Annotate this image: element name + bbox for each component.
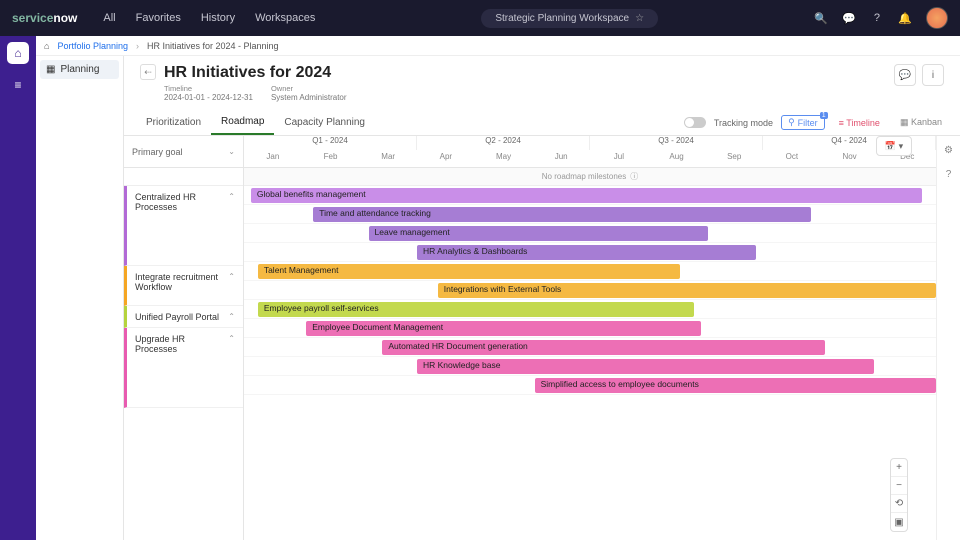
month-header: May xyxy=(475,150,533,168)
owner-label: Owner xyxy=(271,84,347,93)
logo[interactable]: servicenow xyxy=(12,11,77,25)
chevron-up-icon[interactable]: ⌃ xyxy=(228,272,235,281)
zoom-out-button[interactable]: − xyxy=(891,477,907,495)
primary-goal-header: Primary goal xyxy=(132,147,183,157)
zoom-fit-button[interactable]: ▣ xyxy=(891,513,907,531)
gear-icon[interactable]: ⚙ xyxy=(941,142,957,158)
goal-centralized-hr[interactable]: Centralized HR Processes ⌃ xyxy=(124,186,243,266)
month-header: Jun xyxy=(532,150,590,168)
global-topbar: servicenow All Favorites History Workspa… xyxy=(0,0,960,36)
search-icon[interactable]: 🔍 xyxy=(814,11,828,25)
info-icon[interactable]: ⓘ xyxy=(630,171,638,182)
month-header: Sep xyxy=(705,150,763,168)
tab-capacity[interactable]: Capacity Planning xyxy=(274,111,375,134)
back-button[interactable]: ⇠ xyxy=(140,64,156,80)
tab-roadmap[interactable]: Roadmap xyxy=(211,110,274,135)
rail-portfolio-icon[interactable]: ⌂ xyxy=(7,42,29,64)
goal-label: Unified Payroll Portal xyxy=(135,312,219,322)
goal-unified-payroll[interactable]: Unified Payroll Portal ⌃ xyxy=(124,306,243,328)
nav-history[interactable]: History xyxy=(191,12,245,24)
roadmap-bar[interactable]: Global benefits management xyxy=(251,188,922,203)
chat-icon[interactable]: 💬 xyxy=(842,11,856,25)
tracking-label: Tracking mode xyxy=(714,118,773,128)
avatar[interactable] xyxy=(926,7,948,29)
left-rail: ⌂ ≡ xyxy=(0,36,36,540)
workspace-label: Strategic Planning Workspace xyxy=(495,13,629,24)
info-button[interactable]: i xyxy=(922,64,944,86)
rail-menu-icon[interactable]: ≡ xyxy=(7,74,29,96)
roadmap-bar[interactable]: Leave management xyxy=(369,226,708,241)
month-header: Mar xyxy=(359,150,417,168)
chevron-down-icon[interactable]: ⌄ xyxy=(228,147,235,156)
roadmap-bar[interactable]: Integrations with External Tools xyxy=(438,283,936,298)
nav-workspaces[interactable]: Workspaces xyxy=(245,12,325,24)
goal-integrate-recruitment[interactable]: Integrate recruitment Workflow ⌃ xyxy=(124,266,243,306)
month-header: Oct xyxy=(763,150,821,168)
chevron-up-icon[interactable]: ⌃ xyxy=(228,192,235,201)
roadmap-bar[interactable]: Employee Document Management xyxy=(306,321,700,336)
month-header: Jan xyxy=(244,150,302,168)
right-rail: ⚙ ? xyxy=(936,136,960,540)
comment-button[interactable]: 💬 xyxy=(894,64,916,86)
goal-label: Centralized HR Processes xyxy=(135,192,228,212)
tracking-toggle[interactable] xyxy=(684,117,706,128)
chevron-right-icon: › xyxy=(136,41,139,51)
filter-button[interactable]: ⚲ Filter 1 xyxy=(781,115,825,130)
breadcrumb-current: HR Initiatives for 2024 - Planning xyxy=(147,41,279,51)
zoom-controls: + − ⟲ ▣ xyxy=(890,458,908,532)
tab-prioritization[interactable]: Prioritization xyxy=(136,111,211,134)
month-header: Nov xyxy=(821,150,879,168)
month-header: Feb xyxy=(302,150,360,168)
zoom-reset-button[interactable]: ⟲ xyxy=(891,495,907,513)
chevron-up-icon[interactable]: ⌃ xyxy=(228,334,235,343)
quarter-header: Q3 - 2024 xyxy=(590,136,763,150)
owner-value: System Administrator xyxy=(271,93,347,102)
timeline-label: Timeline xyxy=(164,84,253,93)
page-title: HR Initiatives for 2024 xyxy=(164,64,347,82)
roadmap-bar[interactable]: HR Analytics & Dashboards xyxy=(417,245,756,260)
workspace-selector[interactable]: Strategic Planning Workspace ☆ xyxy=(481,9,658,28)
view-kanban-button[interactable]: ▦ Kanban xyxy=(894,116,948,129)
timeline-value: 2024-01-01 - 2024-12-31 xyxy=(164,93,253,102)
roadmap-bar[interactable]: Simplified access to employee documents xyxy=(535,378,936,393)
goal-label: Integrate recruitment Workflow xyxy=(135,272,228,292)
quarter-header: Q1 - 2024 xyxy=(244,136,417,150)
goal-label: Upgrade HR Processes xyxy=(135,334,228,354)
breadcrumb: ⌂ Portfolio Planning › HR Initiatives fo… xyxy=(36,36,960,56)
help-icon-side[interactable]: ? xyxy=(941,166,957,182)
roadmap-bar[interactable]: Employee payroll self-services xyxy=(258,302,694,317)
filter-badge: 1 xyxy=(820,112,828,119)
side-panel: ▦ Planning xyxy=(36,56,124,540)
filter-icon: ⚲ xyxy=(788,117,795,128)
chevron-up-icon[interactable]: ⌃ xyxy=(228,312,235,321)
bell-icon[interactable]: 🔔 xyxy=(898,11,912,25)
month-header: Aug xyxy=(648,150,706,168)
timeline-today-button[interactable]: 📅 ▾ xyxy=(876,136,912,156)
roadmap-bar[interactable]: HR Knowledge base xyxy=(417,359,874,374)
month-header: Jul xyxy=(590,150,648,168)
month-header: Apr xyxy=(417,150,475,168)
home-icon[interactable]: ⌂ xyxy=(44,41,49,51)
help-icon[interactable]: ? xyxy=(870,11,884,25)
sidebar-item-planning[interactable]: ▦ Planning xyxy=(40,60,119,79)
grid-icon: ▦ xyxy=(46,64,55,75)
sidebar-planning-label: Planning xyxy=(60,64,99,75)
milestone-row: No roadmap milestones ⓘ xyxy=(244,168,936,186)
view-timeline-button[interactable]: ≡ Timeline xyxy=(833,117,886,129)
breadcrumb-parent[interactable]: Portfolio Planning xyxy=(57,41,128,51)
nav-favorites[interactable]: Favorites xyxy=(126,12,191,24)
roadmap-bar[interactable]: Automated HR Document generation xyxy=(382,340,825,355)
zoom-in-button[interactable]: + xyxy=(891,459,907,477)
nav-all[interactable]: All xyxy=(93,12,125,24)
goal-upgrade-hr[interactable]: Upgrade HR Processes ⌃ xyxy=(124,328,243,408)
star-icon[interactable]: ☆ xyxy=(635,13,644,24)
quarter-header: Q2 - 2024 xyxy=(417,136,590,150)
roadmap-bar[interactable]: Time and attendance tracking xyxy=(313,207,811,222)
roadmap-bar[interactable]: Talent Management xyxy=(258,264,680,279)
